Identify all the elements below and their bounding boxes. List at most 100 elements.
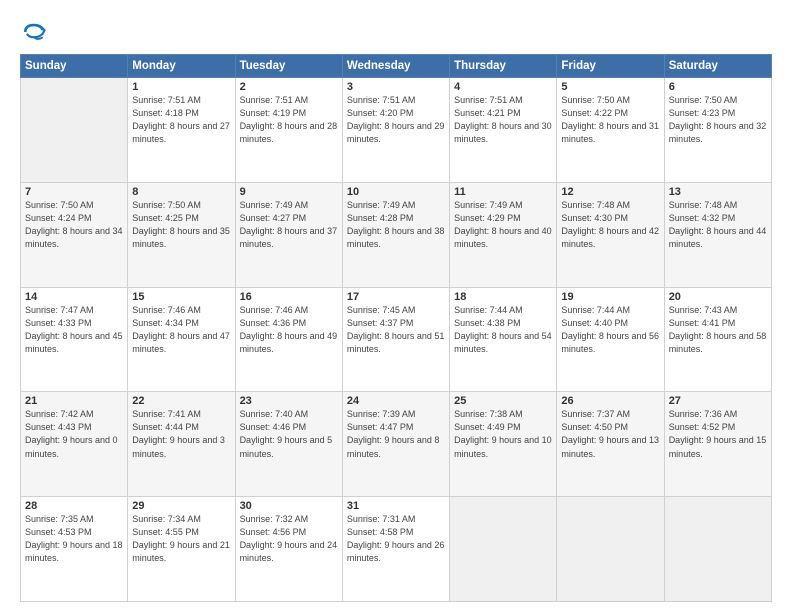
- day-number: 1: [132, 81, 230, 93]
- calendar-cell: [21, 78, 128, 183]
- day-detail: Sunrise: 7:49 AMSunset: 4:27 PMDaylight:…: [240, 199, 338, 251]
- day-number: 24: [347, 395, 445, 407]
- calendar-header-row: SundayMondayTuesdayWednesdayThursdayFrid…: [21, 55, 772, 78]
- day-number: 16: [240, 291, 338, 303]
- day-number: 7: [25, 186, 123, 198]
- calendar-cell: 14 Sunrise: 7:47 AMSunset: 4:33 PMDaylig…: [21, 287, 128, 392]
- day-detail: Sunrise: 7:47 AMSunset: 4:33 PMDaylight:…: [25, 304, 123, 356]
- day-detail: Sunrise: 7:42 AMSunset: 4:43 PMDaylight:…: [25, 408, 123, 460]
- day-detail: Sunrise: 7:35 AMSunset: 4:53 PMDaylight:…: [25, 513, 123, 565]
- calendar-header-thursday: Thursday: [450, 55, 557, 78]
- calendar-cell: 5 Sunrise: 7:50 AMSunset: 4:22 PMDayligh…: [557, 78, 664, 183]
- calendar-cell: 26 Sunrise: 7:37 AMSunset: 4:50 PMDaylig…: [557, 392, 664, 497]
- calendar-cell: 13 Sunrise: 7:48 AMSunset: 4:32 PMDaylig…: [664, 182, 771, 287]
- day-number: 29: [132, 500, 230, 512]
- day-detail: Sunrise: 7:41 AMSunset: 4:44 PMDaylight:…: [132, 408, 230, 460]
- calendar-cell: 29 Sunrise: 7:34 AMSunset: 4:55 PMDaylig…: [128, 497, 235, 602]
- calendar-week-row: 1 Sunrise: 7:51 AMSunset: 4:18 PMDayligh…: [21, 78, 772, 183]
- day-detail: Sunrise: 7:34 AMSunset: 4:55 PMDaylight:…: [132, 513, 230, 565]
- calendar-cell: 19 Sunrise: 7:44 AMSunset: 4:40 PMDaylig…: [557, 287, 664, 392]
- calendar-cell: 2 Sunrise: 7:51 AMSunset: 4:19 PMDayligh…: [235, 78, 342, 183]
- day-number: 28: [25, 500, 123, 512]
- day-detail: Sunrise: 7:51 AMSunset: 4:19 PMDaylight:…: [240, 94, 338, 146]
- calendar-cell: [557, 497, 664, 602]
- day-detail: Sunrise: 7:37 AMSunset: 4:50 PMDaylight:…: [561, 408, 659, 460]
- page: SundayMondayTuesdayWednesdayThursdayFrid…: [0, 0, 792, 612]
- header: [20, 18, 772, 46]
- calendar-week-row: 14 Sunrise: 7:47 AMSunset: 4:33 PMDaylig…: [21, 287, 772, 392]
- day-detail: Sunrise: 7:50 AMSunset: 4:22 PMDaylight:…: [561, 94, 659, 146]
- day-number: 23: [240, 395, 338, 407]
- calendar-cell: 1 Sunrise: 7:51 AMSunset: 4:18 PMDayligh…: [128, 78, 235, 183]
- calendar-cell: 22 Sunrise: 7:41 AMSunset: 4:44 PMDaylig…: [128, 392, 235, 497]
- calendar-cell: 28 Sunrise: 7:35 AMSunset: 4:53 PMDaylig…: [21, 497, 128, 602]
- calendar-cell: 23 Sunrise: 7:40 AMSunset: 4:46 PMDaylig…: [235, 392, 342, 497]
- day-detail: Sunrise: 7:46 AMSunset: 4:36 PMDaylight:…: [240, 304, 338, 356]
- day-number: 21: [25, 395, 123, 407]
- calendar-header-wednesday: Wednesday: [342, 55, 449, 78]
- calendar-cell: 20 Sunrise: 7:43 AMSunset: 4:41 PMDaylig…: [664, 287, 771, 392]
- calendar-cell: 24 Sunrise: 7:39 AMSunset: 4:47 PMDaylig…: [342, 392, 449, 497]
- day-number: 3: [347, 81, 445, 93]
- calendar-cell: 16 Sunrise: 7:46 AMSunset: 4:36 PMDaylig…: [235, 287, 342, 392]
- calendar-cell: 4 Sunrise: 7:51 AMSunset: 4:21 PMDayligh…: [450, 78, 557, 183]
- day-detail: Sunrise: 7:50 AMSunset: 4:24 PMDaylight:…: [25, 199, 123, 251]
- day-number: 25: [454, 395, 552, 407]
- day-number: 30: [240, 500, 338, 512]
- day-number: 22: [132, 395, 230, 407]
- day-number: 12: [561, 186, 659, 198]
- calendar-cell: 25 Sunrise: 7:38 AMSunset: 4:49 PMDaylig…: [450, 392, 557, 497]
- day-detail: Sunrise: 7:40 AMSunset: 4:46 PMDaylight:…: [240, 408, 338, 460]
- day-detail: Sunrise: 7:49 AMSunset: 4:28 PMDaylight:…: [347, 199, 445, 251]
- calendar-header-monday: Monday: [128, 55, 235, 78]
- calendar-header-sunday: Sunday: [21, 55, 128, 78]
- calendar-cell: 31 Sunrise: 7:31 AMSunset: 4:58 PMDaylig…: [342, 497, 449, 602]
- day-number: 27: [669, 395, 767, 407]
- day-detail: Sunrise: 7:46 AMSunset: 4:34 PMDaylight:…: [132, 304, 230, 356]
- day-number: 9: [240, 186, 338, 198]
- calendar-cell: 18 Sunrise: 7:44 AMSunset: 4:38 PMDaylig…: [450, 287, 557, 392]
- day-number: 4: [454, 81, 552, 93]
- day-detail: Sunrise: 7:38 AMSunset: 4:49 PMDaylight:…: [454, 408, 552, 460]
- day-detail: Sunrise: 7:31 AMSunset: 4:58 PMDaylight:…: [347, 513, 445, 565]
- day-number: 15: [132, 291, 230, 303]
- calendar-cell: 7 Sunrise: 7:50 AMSunset: 4:24 PMDayligh…: [21, 182, 128, 287]
- day-number: 20: [669, 291, 767, 303]
- day-detail: Sunrise: 7:51 AMSunset: 4:21 PMDaylight:…: [454, 94, 552, 146]
- day-number: 31: [347, 500, 445, 512]
- day-detail: Sunrise: 7:48 AMSunset: 4:32 PMDaylight:…: [669, 199, 767, 251]
- day-detail: Sunrise: 7:32 AMSunset: 4:56 PMDaylight:…: [240, 513, 338, 565]
- day-detail: Sunrise: 7:49 AMSunset: 4:29 PMDaylight:…: [454, 199, 552, 251]
- calendar-cell: 12 Sunrise: 7:48 AMSunset: 4:30 PMDaylig…: [557, 182, 664, 287]
- day-number: 17: [347, 291, 445, 303]
- day-number: 10: [347, 186, 445, 198]
- day-number: 18: [454, 291, 552, 303]
- calendar-header-tuesday: Tuesday: [235, 55, 342, 78]
- day-detail: Sunrise: 7:48 AMSunset: 4:30 PMDaylight:…: [561, 199, 659, 251]
- day-detail: Sunrise: 7:50 AMSunset: 4:23 PMDaylight:…: [669, 94, 767, 146]
- day-number: 2: [240, 81, 338, 93]
- calendar-cell: 30 Sunrise: 7:32 AMSunset: 4:56 PMDaylig…: [235, 497, 342, 602]
- day-detail: Sunrise: 7:36 AMSunset: 4:52 PMDaylight:…: [669, 408, 767, 460]
- calendar-week-row: 7 Sunrise: 7:50 AMSunset: 4:24 PMDayligh…: [21, 182, 772, 287]
- logo: [20, 18, 52, 46]
- day-detail: Sunrise: 7:51 AMSunset: 4:18 PMDaylight:…: [132, 94, 230, 146]
- day-number: 13: [669, 186, 767, 198]
- day-number: 11: [454, 186, 552, 198]
- calendar-cell: 6 Sunrise: 7:50 AMSunset: 4:23 PMDayligh…: [664, 78, 771, 183]
- calendar-cell: 21 Sunrise: 7:42 AMSunset: 4:43 PMDaylig…: [21, 392, 128, 497]
- calendar-week-row: 28 Sunrise: 7:35 AMSunset: 4:53 PMDaylig…: [21, 497, 772, 602]
- calendar-cell: [450, 497, 557, 602]
- day-detail: Sunrise: 7:39 AMSunset: 4:47 PMDaylight:…: [347, 408, 445, 460]
- calendar-cell: 17 Sunrise: 7:45 AMSunset: 4:37 PMDaylig…: [342, 287, 449, 392]
- calendar-cell: 15 Sunrise: 7:46 AMSunset: 4:34 PMDaylig…: [128, 287, 235, 392]
- calendar-cell: 8 Sunrise: 7:50 AMSunset: 4:25 PMDayligh…: [128, 182, 235, 287]
- calendar-cell: 9 Sunrise: 7:49 AMSunset: 4:27 PMDayligh…: [235, 182, 342, 287]
- day-detail: Sunrise: 7:44 AMSunset: 4:38 PMDaylight:…: [454, 304, 552, 356]
- calendar-cell: [664, 497, 771, 602]
- calendar-cell: 3 Sunrise: 7:51 AMSunset: 4:20 PMDayligh…: [342, 78, 449, 183]
- day-detail: Sunrise: 7:43 AMSunset: 4:41 PMDaylight:…: [669, 304, 767, 356]
- calendar-week-row: 21 Sunrise: 7:42 AMSunset: 4:43 PMDaylig…: [21, 392, 772, 497]
- calendar-cell: 27 Sunrise: 7:36 AMSunset: 4:52 PMDaylig…: [664, 392, 771, 497]
- day-detail: Sunrise: 7:50 AMSunset: 4:25 PMDaylight:…: [132, 199, 230, 251]
